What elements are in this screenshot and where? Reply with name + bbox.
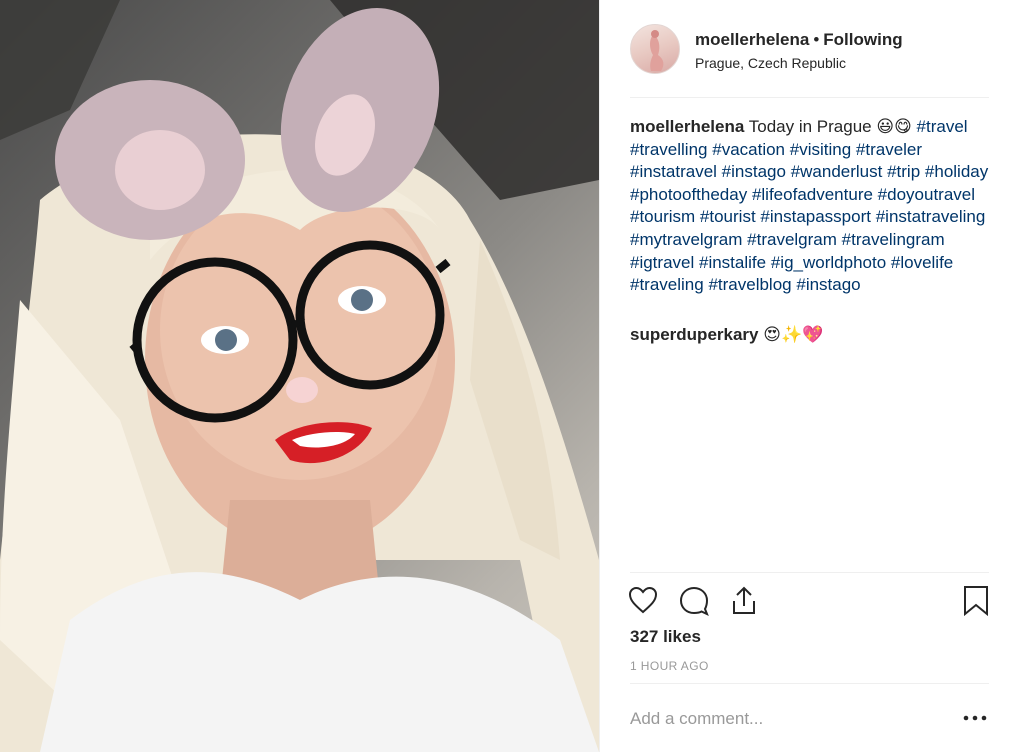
hashtag-link[interactable]: #wanderlust (791, 162, 883, 181)
hashtag-link[interactable]: #trip (887, 162, 920, 181)
hashtag-link[interactable]: #visiting (790, 140, 851, 159)
post-username-link[interactable]: moellerhelena (695, 30, 809, 49)
hashtag-link[interactable]: #tourism (630, 207, 695, 226)
save-button[interactable] (960, 584, 992, 617)
bookmark-icon (964, 586, 988, 617)
heart-icon (628, 586, 658, 614)
post-photo[interactable] (0, 0, 599, 752)
add-comment-input[interactable] (630, 706, 950, 732)
hashtag-link[interactable]: #travelgram (747, 230, 837, 249)
avatar[interactable] (630, 24, 680, 74)
hashtag-link[interactable]: #doyoutravel (878, 185, 975, 204)
share-upload-icon (733, 586, 755, 614)
avatar-image (650, 30, 664, 71)
post-caption: moellerhelena Today in Prague 😃😋 #travel… (630, 116, 992, 297)
hashtag-link[interactable]: #instago (722, 162, 786, 181)
share-button[interactable] (728, 584, 760, 616)
caption-hashtags: #travel #travelling #vacation #visiting … (630, 117, 988, 294)
caption-text: Today in Prague (748, 117, 872, 136)
more-options-icon (963, 715, 987, 721)
comment-username-link[interactable]: superduperkary (630, 325, 759, 344)
hashtag-link[interactable]: #instago (796, 275, 860, 294)
hashtag-link[interactable]: #traveling (630, 275, 704, 294)
following-button[interactable]: Following (823, 30, 902, 49)
comment-bubble-icon (679, 586, 709, 616)
hashtag-link[interactable]: #travelingram (842, 230, 945, 249)
hashtag-link[interactable]: #lovelife (891, 253, 953, 272)
post-photo-illustration (0, 0, 599, 752)
hashtag-link[interactable]: #ig_worldphoto (771, 253, 886, 272)
hashtag-link[interactable]: #mytravelgram (630, 230, 742, 249)
hashtag-link[interactable]: #holiday (925, 162, 988, 181)
hashtag-link[interactable]: #instatraveling (876, 207, 986, 226)
post-author-row: moellerhelena • Following (695, 30, 903, 50)
post-header: moellerhelena • Following Prague, Czech Re… (630, 24, 989, 98)
hashtag-link[interactable]: #lifeofadventure (752, 185, 873, 204)
hashtag-link[interactable]: #instapassport (760, 207, 871, 226)
hashtag-link[interactable]: #travel (917, 117, 968, 136)
comment-button[interactable] (678, 584, 710, 616)
separator-dot: • (813, 30, 820, 49)
hashtag-link[interactable]: #instatravel (630, 162, 717, 181)
hashtag-link[interactable]: #vacation (712, 140, 785, 159)
caption-emojis: 😃😋 (876, 117, 912, 137)
hashtag-link[interactable]: #travelblog (708, 275, 791, 294)
divider (630, 683, 989, 684)
hashtag-link[interactable]: #instalife (699, 253, 766, 272)
hashtag-link[interactable]: #traveler (856, 140, 922, 159)
like-button[interactable] (627, 584, 659, 616)
hashtag-link[interactable]: #tourist (700, 207, 756, 226)
hashtag-link[interactable]: #igtravel (630, 253, 694, 272)
post-timestamp[interactable]: 1 HOUR AGO (630, 659, 709, 673)
hashtag-link[interactable]: #travelling (630, 140, 708, 159)
divider (630, 572, 989, 573)
comment-item: superduperkary 😍✨💖 (630, 325, 823, 345)
caption-username-link[interactable]: moellerhelena (630, 117, 744, 136)
comment-text: 😍✨💖 (763, 325, 824, 345)
hashtag-link[interactable]: #photooftheday (630, 185, 747, 204)
more-options-button[interactable] (962, 708, 988, 728)
post-details-panel: moellerhelena • Following Prague, Czech Re… (599, 0, 1017, 752)
location-link[interactable]: Prague, Czech Republic (695, 55, 846, 71)
likes-count[interactable]: 327 likes (630, 627, 701, 647)
